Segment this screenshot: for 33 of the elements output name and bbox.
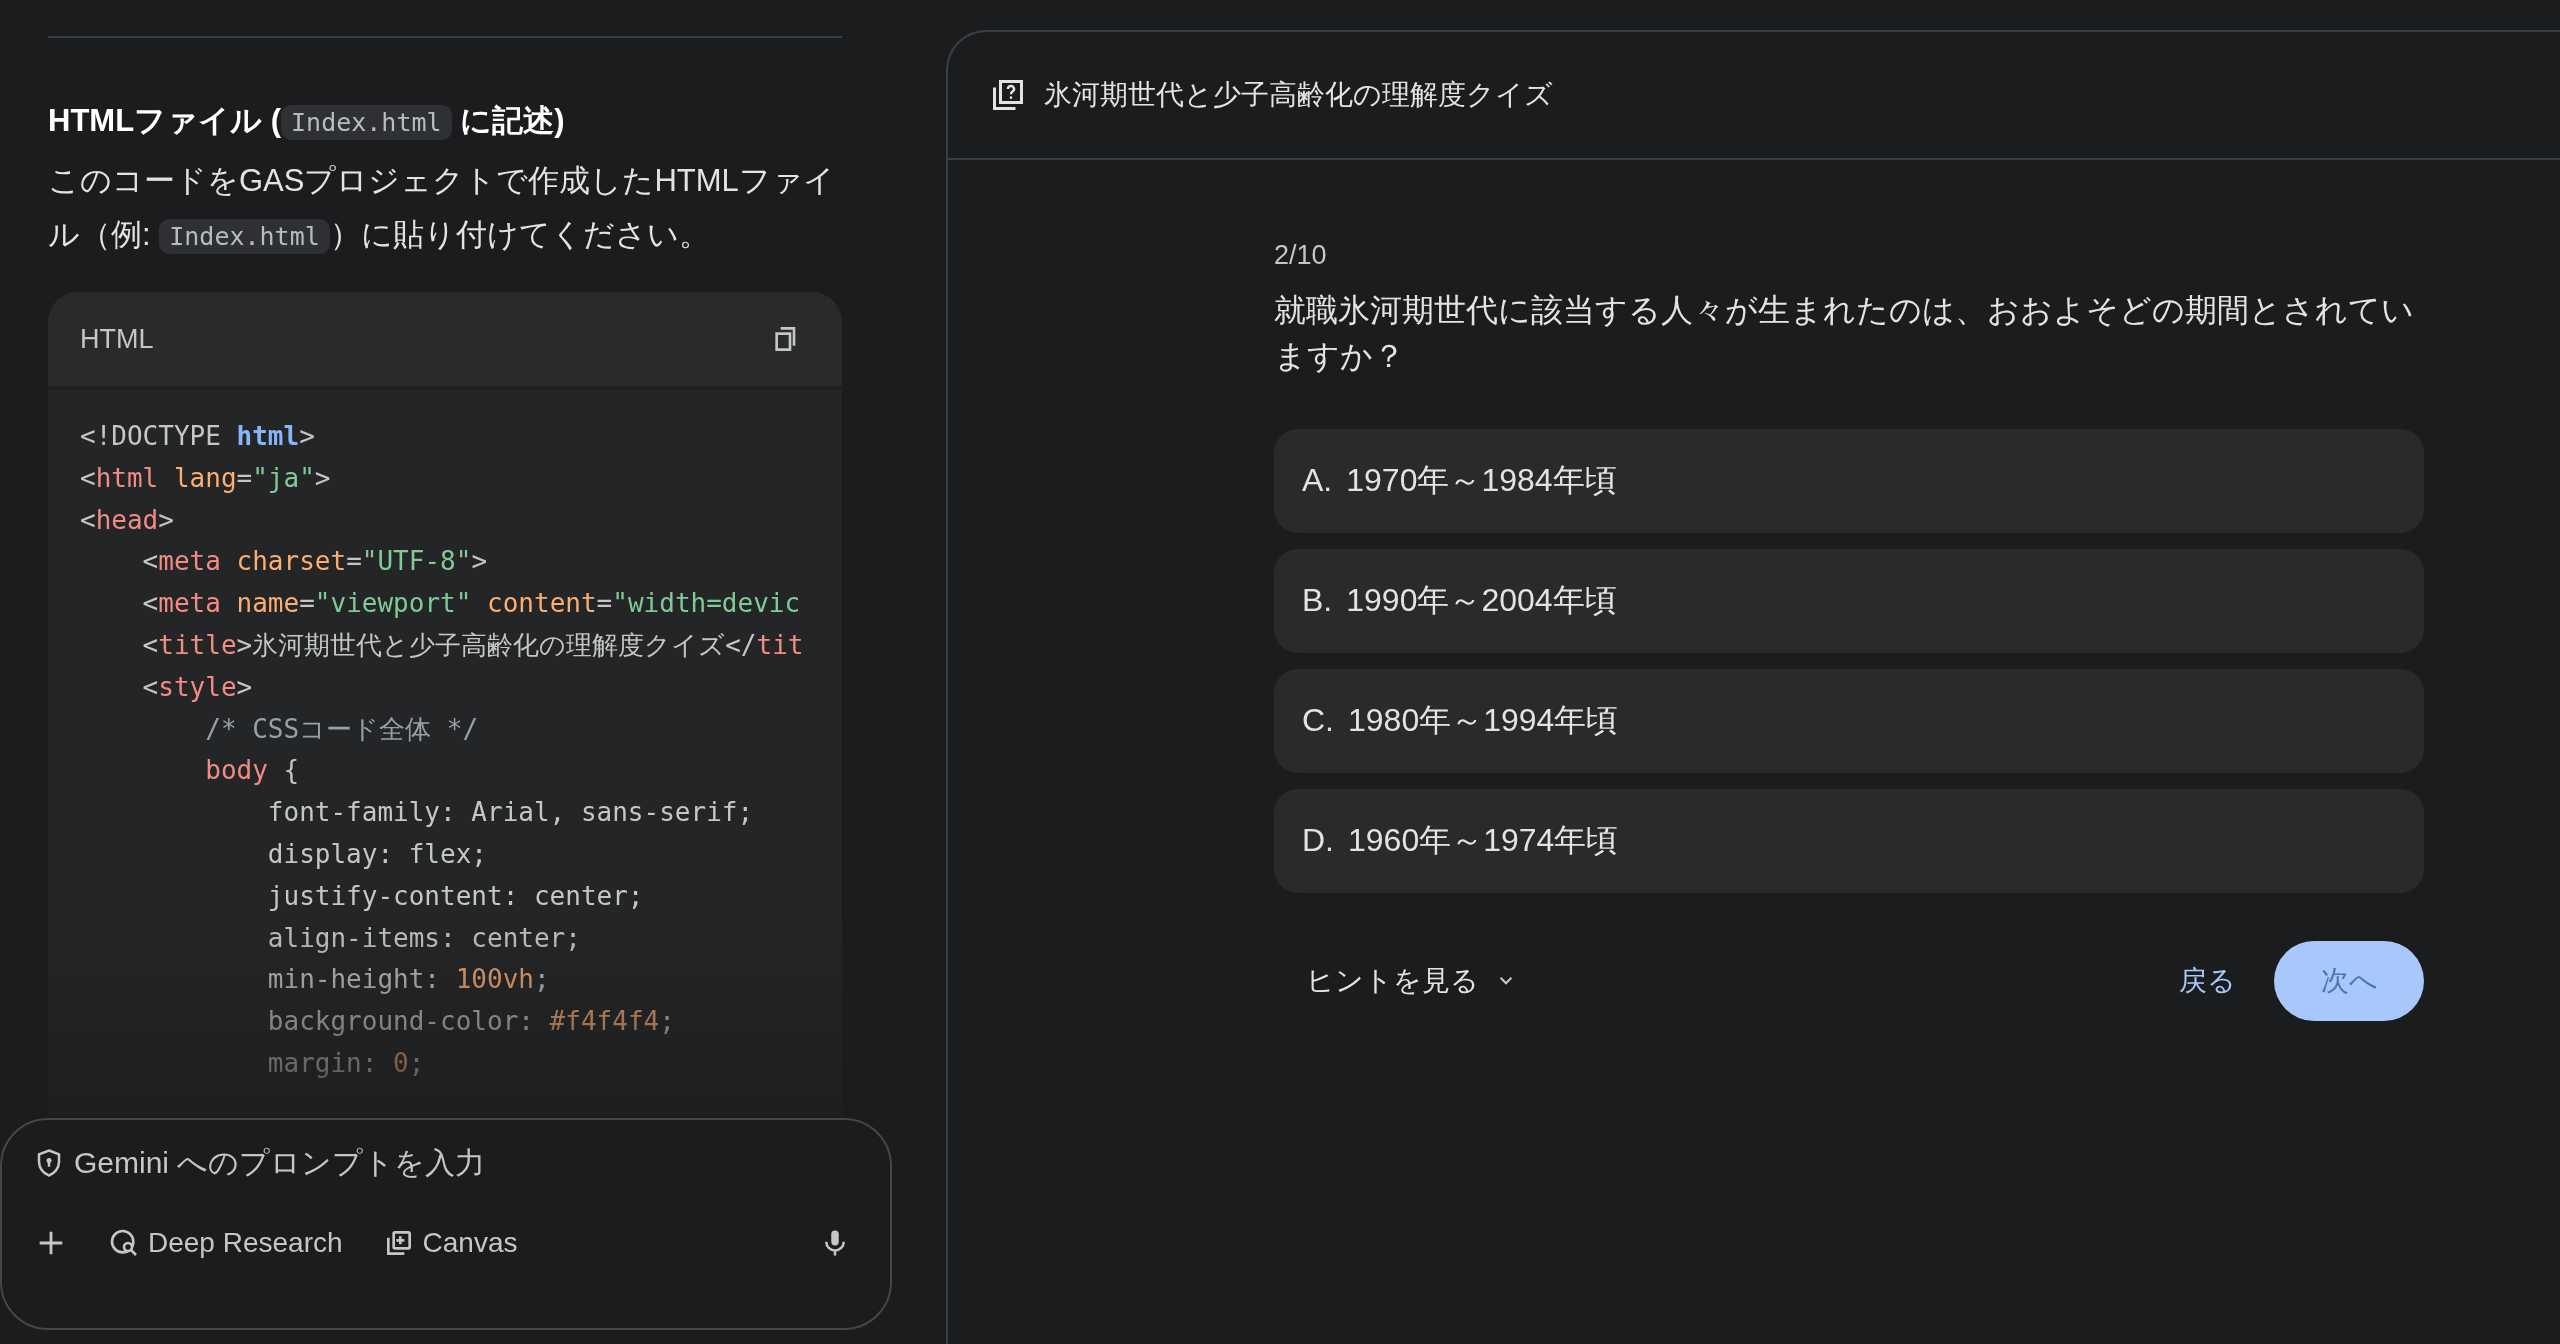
answer-option[interactable]: B. 1990年～2004年頃 [1274, 549, 2424, 653]
answer-option[interactable]: D. 1960年～1974年頃 [1274, 789, 2424, 893]
code-line: body { [204, 754, 301, 788]
research-button[interactable]: Deep Research [108, 1227, 343, 1259]
quiz-title: 氷河期世代と少子高齢化の理解度クイズ [1044, 78, 1553, 112]
code-line: <style> [141, 670, 254, 704]
hint-button[interactable]: ヒントを見る [1274, 962, 1551, 1000]
code-line: <meta name="viewport" content="width=devic [141, 587, 802, 621]
code-language: HTML [80, 323, 154, 355]
prompt-field[interactable]: Gemini へのプロンプトを入力 [74, 1146, 860, 1180]
code-line: <title>氷河期世代と少子高齢化の理解度クイズ</tit [141, 629, 805, 662]
instruction-text: このコードをGASプロジェクトで作成したHTMLファイル（例: Index.html ）に貼り付けてください。 [48, 162, 836, 256]
code-line: background-color: #f4f4f4; [266, 1005, 676, 1039]
code-line: /* CSSコード全体 */ [204, 712, 480, 746]
code-line: min-height: 100vh; [266, 963, 551, 997]
answer-option[interactable]: A. 1970年～1984年頃 [1274, 429, 2424, 533]
question-counter: 2/10 [1274, 240, 1328, 271]
code-line: justify-content: center; [266, 879, 645, 913]
back-button[interactable]: 戻る [2141, 962, 2274, 1000]
section-heading: HTMLファイル ( Index.html に記述) [48, 102, 566, 142]
code-line: <!DOCTYPE html> [80, 420, 316, 453]
code-line: margin: 0; [266, 1046, 426, 1080]
quiz-icon [990, 77, 1026, 113]
answer-option[interactable]: C. 1980年～1994年頃 [1274, 669, 2424, 773]
code-line: <html lang="ja"> [80, 461, 332, 495]
code-line: align-items: center; [266, 921, 582, 955]
code-line: font-family: Arial, sans-serif; [266, 796, 755, 830]
canvas-button[interactable]: Canvas [382, 1227, 518, 1259]
code-line: <head> [80, 503, 175, 537]
code-line: display: flex; [266, 837, 488, 871]
question-text: 就職氷河期世代に該当する人々が生まれたのは、おおよそどの期間とされていますか？ [1274, 291, 2415, 376]
code-line: <meta charset="UTF-8"> [141, 545, 489, 579]
prompt-box[interactable]: Gemini へのプロンプトを入力 Deep Research Canvas [0, 1118, 892, 1330]
